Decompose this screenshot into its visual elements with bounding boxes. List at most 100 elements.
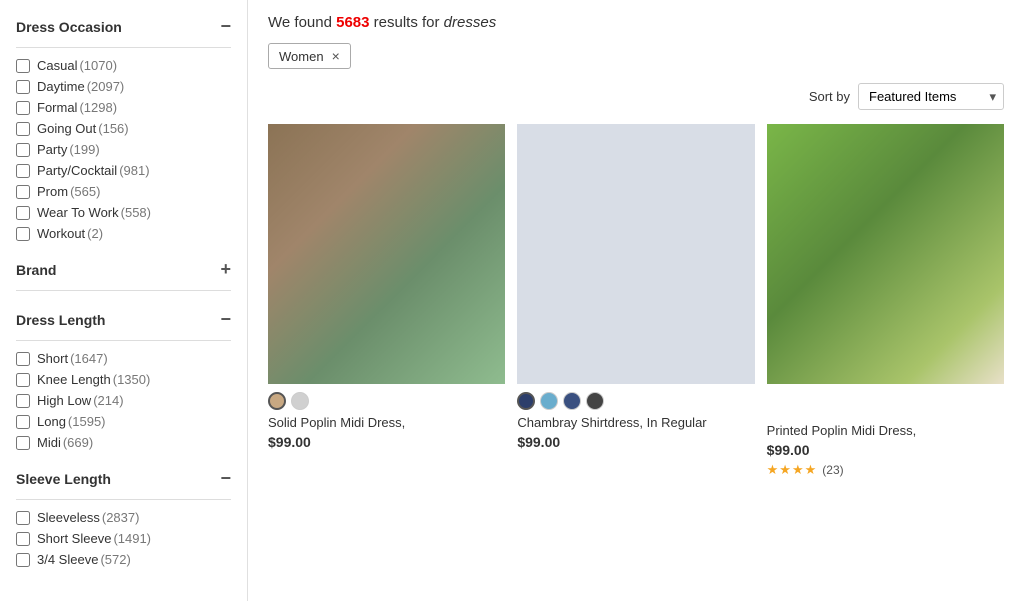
- filter-item-wear-to-work[interactable]: Wear To Work (558): [16, 205, 231, 220]
- filter-section-sleeve-length-toggle[interactable]: −: [220, 468, 231, 489]
- sort-label: Sort by: [809, 89, 850, 104]
- filter-count-prom: (565): [70, 184, 100, 199]
- star-rating-3: ★★★★ (23): [767, 462, 1004, 478]
- filter-item-party-cocktail[interactable]: Party/Cocktail (981): [16, 163, 231, 178]
- filter-label-daytime: Daytime: [37, 79, 85, 94]
- filter-section-dress-length-toggle[interactable]: −: [220, 309, 231, 330]
- filter-label-high-low: High Low: [37, 393, 91, 408]
- filter-sleeve-length-items: Sleeveless (2837) Short Sleeve (1491) 3/…: [16, 510, 231, 567]
- filter-item-workout[interactable]: Workout (2): [16, 226, 231, 241]
- filter-checkbox-prom[interactable]: [16, 185, 30, 199]
- product-price-2: $99.00: [517, 434, 754, 450]
- filter-checkbox-daytime[interactable]: [16, 80, 30, 94]
- filter-checkbox-casual[interactable]: [16, 59, 30, 73]
- filter-item-daytime[interactable]: Daytime (2097): [16, 79, 231, 94]
- product-price-3: $99.00: [767, 442, 1004, 458]
- filter-checkbox-short[interactable]: [16, 352, 30, 366]
- sidebar: Dress Occasion − Casual (1070) Daytime (…: [0, 0, 248, 601]
- filter-section-sleeve-length-title: Sleeve Length: [16, 471, 111, 487]
- filter-item-short[interactable]: Short (1647): [16, 351, 231, 366]
- filter-checkbox-going-out[interactable]: [16, 122, 30, 136]
- filter-checkbox-party-cocktail[interactable]: [16, 164, 30, 178]
- sort-bar: Sort by Featured Items Price: Low to Hig…: [268, 83, 1004, 110]
- filter-count-wear-to-work: (558): [121, 205, 151, 220]
- active-filters: Women ×: [268, 43, 1004, 69]
- filter-count-long: (1595): [68, 414, 106, 429]
- product-image-1[interactable]: [268, 124, 505, 384]
- filter-section-brand: Brand +: [16, 259, 231, 291]
- filter-item-sleeveless[interactable]: Sleeveless (2837): [16, 510, 231, 525]
- filter-label-three-quarter-sleeve: 3/4 Sleeve: [37, 552, 98, 567]
- filter-count-going-out: (156): [98, 121, 128, 136]
- active-filter-women[interactable]: Women ×: [268, 43, 351, 69]
- product-name-2: Chambray Shirtdress, In Regular: [517, 415, 754, 430]
- filter-checkbox-long[interactable]: [16, 415, 30, 429]
- filter-checkbox-formal[interactable]: [16, 101, 30, 115]
- sort-select-wrapper[interactable]: Featured Items Price: Low to High Price:…: [858, 83, 1004, 110]
- filter-checkbox-sleeveless[interactable]: [16, 511, 30, 525]
- filter-item-high-low[interactable]: High Low (214): [16, 393, 231, 408]
- main-content: We found 5683 results for dresses Women …: [248, 0, 1024, 601]
- filter-item-going-out[interactable]: Going Out (156): [16, 121, 231, 136]
- filter-item-midi[interactable]: Midi (669): [16, 435, 231, 450]
- filter-section-dress-length-title: Dress Length: [16, 312, 105, 328]
- results-header: We found 5683 results for dresses: [268, 14, 1004, 31]
- color-swatch-tan[interactable]: [268, 392, 286, 410]
- filter-item-three-quarter-sleeve[interactable]: 3/4 Sleeve (572): [16, 552, 231, 567]
- product-card-2[interactable]: Chambray Shirtdress, In Regular $99.00: [517, 124, 754, 478]
- filter-item-long[interactable]: Long (1595): [16, 414, 231, 429]
- filter-section-occasion-toggle[interactable]: −: [220, 16, 231, 37]
- results-count: 5683: [336, 14, 369, 31]
- filter-item-knee-length[interactable]: Knee Length (1350): [16, 372, 231, 387]
- filter-count-formal: (1298): [79, 100, 117, 115]
- filter-label-workout: Workout: [37, 226, 85, 241]
- filter-section-sleeve-length-header[interactable]: Sleeve Length −: [16, 468, 231, 500]
- filter-section-dress-length: Dress Length − Short (1647) Knee Length …: [16, 309, 231, 450]
- remove-filter-women-icon[interactable]: ×: [332, 48, 340, 64]
- filter-item-party[interactable]: Party (199): [16, 142, 231, 157]
- review-count-3: (23): [822, 463, 843, 477]
- filter-checkbox-three-quarter-sleeve[interactable]: [16, 553, 30, 567]
- filter-section-brand-toggle[interactable]: +: [220, 259, 231, 280]
- filter-item-formal[interactable]: Formal (1298): [16, 100, 231, 115]
- filter-label-knee-length: Knee Length: [37, 372, 111, 387]
- color-swatch-gray[interactable]: [291, 392, 309, 410]
- filter-count-casual: (1070): [79, 58, 117, 73]
- filter-count-high-low: (214): [93, 393, 123, 408]
- filter-count-short: (1647): [70, 351, 108, 366]
- color-swatch-medium-blue[interactable]: [563, 392, 581, 410]
- filter-dress-length-items: Short (1647) Knee Length (1350) High Low…: [16, 351, 231, 450]
- filter-checkbox-knee-length[interactable]: [16, 373, 30, 387]
- filter-item-prom[interactable]: Prom (565): [16, 184, 231, 199]
- stars-3: ★★★★: [767, 462, 818, 478]
- filter-section-dress-length-header[interactable]: Dress Length −: [16, 309, 231, 341]
- filter-item-short-sleeve[interactable]: Short Sleeve (1491): [16, 531, 231, 546]
- color-swatch-navy[interactable]: [517, 392, 535, 410]
- filter-count-midi: (669): [63, 435, 93, 450]
- filter-checkbox-party[interactable]: [16, 143, 30, 157]
- filter-item-casual[interactable]: Casual (1070): [16, 58, 231, 73]
- filter-checkbox-high-low[interactable]: [16, 394, 30, 408]
- filter-label-midi: Midi: [37, 435, 61, 450]
- filter-section-occasion-header[interactable]: Dress Occasion −: [16, 16, 231, 48]
- filter-checkbox-midi[interactable]: [16, 436, 30, 450]
- product-image-2[interactable]: [517, 124, 754, 384]
- product-grid: Solid Poplin Midi Dress, $99.00 Chambray…: [268, 124, 1004, 478]
- active-filter-women-label: Women: [279, 49, 324, 64]
- filter-label-party-cocktail: Party/Cocktail: [37, 163, 117, 178]
- filter-checkbox-short-sleeve[interactable]: [16, 532, 30, 546]
- color-swatches-1: [268, 392, 505, 410]
- product-image-3[interactable]: [767, 124, 1004, 384]
- sort-select[interactable]: Featured Items Price: Low to High Price:…: [858, 83, 1004, 110]
- filter-checkbox-workout[interactable]: [16, 227, 30, 241]
- filter-label-short-sleeve: Short Sleeve: [37, 531, 111, 546]
- product-card-3[interactable]: Printed Poplin Midi Dress, $99.00 ★★★★ (…: [767, 124, 1004, 478]
- color-swatch-charcoal[interactable]: [586, 392, 604, 410]
- product-name-3: Printed Poplin Midi Dress,: [767, 423, 1004, 438]
- color-swatch-light-blue[interactable]: [540, 392, 558, 410]
- filter-count-party-cocktail: (981): [119, 163, 149, 178]
- filter-section-brand-header[interactable]: Brand +: [16, 259, 231, 291]
- filter-count-three-quarter-sleeve: (572): [100, 552, 130, 567]
- filter-checkbox-wear-to-work[interactable]: [16, 206, 30, 220]
- product-card-1[interactable]: Solid Poplin Midi Dress, $99.00: [268, 124, 505, 478]
